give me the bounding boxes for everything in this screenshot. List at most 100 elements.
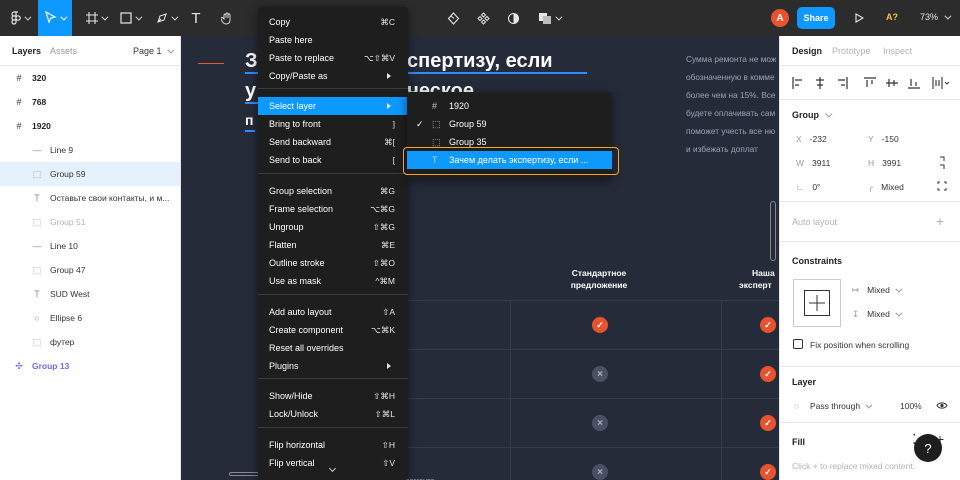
menu-separator <box>258 88 408 89</box>
layer-row[interactable]: ⬚ Group 51 <box>0 210 180 234</box>
menu-item[interactable]: Flip horizontal ⇧H <box>258 436 408 454</box>
layer-row[interactable]: T SUD West <box>0 282 180 306</box>
boolean-ops-button[interactable] <box>532 0 566 36</box>
menu-item[interactable]: Lock/Unlock ⇧⌘L <box>258 405 408 423</box>
tab-inspect[interactable]: Inspect <box>883 46 912 56</box>
submenu-item[interactable]: ✓ ⬚ Group 59 <box>407 115 612 133</box>
menu-item[interactable]: Flatten ⌘E <box>258 236 408 254</box>
paragraph-line: Сумма ремонта не мож <box>686 54 777 64</box>
menu-item[interactable]: Outline stroke ⇧⌘O <box>258 254 408 272</box>
align-top-icon[interactable] <box>864 77 876 89</box>
menu-item[interactable]: Add auto layout ⇧A <box>258 303 408 321</box>
menu-item-label: Flatten <box>269 240 297 250</box>
align-bottom-icon[interactable] <box>908 77 920 89</box>
menu-item[interactable]: Paste to replace ⌥⇧⌘V <box>258 49 408 67</box>
mask-button[interactable] <box>502 0 524 36</box>
move-tool-button[interactable] <box>38 0 72 36</box>
x-field[interactable]: X -232 <box>796 134 827 144</box>
align-right-icon[interactable] <box>836 77 848 89</box>
blend-mode-select[interactable]: Pass through <box>810 401 873 411</box>
present-button[interactable] <box>850 0 868 36</box>
layer-type-icon: # <box>432 101 438 111</box>
distribute-icon[interactable] <box>932 77 950 89</box>
zoom-level[interactable]: 73% <box>920 12 951 22</box>
menu-item[interactable]: Plugins <box>258 357 408 375</box>
context-menu: Copy ⌘C Paste here Paste to replace ⌥⇧⌘V Copy… <box>258 7 408 480</box>
width-field[interactable]: W 3911 <box>796 158 830 168</box>
paragraph-line: обозначенную в комме <box>686 72 775 82</box>
independent-corners-icon[interactable] <box>937 181 947 191</box>
menu-item[interactable]: Copy/Paste as <box>258 67 408 85</box>
layers-panel: Layers Assets Page 1 #320 #768 #1920— Line … <box>0 36 181 480</box>
menu-item[interactable]: Show/Hide ⇧⌘H <box>258 387 408 405</box>
layer-name: Line 9 <box>50 145 74 155</box>
menu-item[interactable]: Send to back [ <box>258 151 408 169</box>
layer-row[interactable]: T Оставьте свои контакты, и м... <box>0 186 180 210</box>
layer-row[interactable]: #1920 <box>0 114 180 138</box>
layer-row[interactable]: #320 <box>0 66 180 90</box>
page-selector[interactable]: Page 1 <box>133 46 175 56</box>
menu-item[interactable]: Ungroup ⇧⌘G <box>258 218 408 236</box>
main-menu-button[interactable] <box>4 0 36 36</box>
layer-row[interactable]: ✣ Group 13 <box>0 354 180 378</box>
submenu-item[interactable]: #1920 <box>407 97 612 115</box>
help-button[interactable]: ? <box>914 434 942 462</box>
align-center-vertical-icon[interactable] <box>886 77 898 89</box>
cross-icon: × <box>592 464 608 480</box>
menu-item[interactable]: Create component ⌥⌘K <box>258 321 408 339</box>
vertical-constraint[interactable]: ↧ Mixed <box>852 309 903 320</box>
tab-assets[interactable]: Assets <box>50 46 77 56</box>
tab-design[interactable]: Design <box>792 46 822 56</box>
menu-item[interactable]: Group selection ⌘G <box>258 182 408 200</box>
align-left-icon[interactable] <box>792 77 804 89</box>
menu-item-label: Group selection <box>269 186 333 196</box>
align-center-horizontal-icon[interactable] <box>814 77 826 89</box>
menu-item[interactable]: Frame selection ⌥⌘G <box>258 200 408 218</box>
menu-item[interactable]: Send backward ⌘[ <box>258 133 408 151</box>
create-component-button[interactable] <box>472 0 494 36</box>
layer-row[interactable]: — Line 9 <box>0 138 180 162</box>
tab-layers[interactable]: Layers <box>12 46 41 56</box>
layer-row[interactable]: ⬚ футер <box>0 330 180 354</box>
constraint-widget[interactable] <box>793 279 841 327</box>
x-label: X <box>796 134 802 144</box>
height-field[interactable]: H 3991 <box>868 158 901 168</box>
chevron-down-icon <box>101 13 109 21</box>
rotation-value: 0° <box>812 182 821 192</box>
menu-item[interactable]: Copy ⌘C <box>258 13 408 31</box>
fix-position-checkbox[interactable] <box>793 339 803 349</box>
corner-radius-field[interactable]: ╭ Mixed <box>868 182 904 193</box>
rotation-field[interactable]: ∟ 0° <box>796 182 820 192</box>
shape-tool-button[interactable] <box>114 0 146 36</box>
user-avatar[interactable]: A <box>771 9 789 27</box>
hand-tool-button[interactable] <box>216 0 238 36</box>
menu-item[interactable]: Paste here <box>258 31 408 49</box>
text-tool-button[interactable]: T <box>186 0 206 36</box>
add-auto-layout-icon[interactable]: + <box>936 213 944 229</box>
submenu-item-label: Group 35 <box>449 137 487 147</box>
frame-icon <box>86 12 98 24</box>
share-button[interactable]: Share <box>797 7 835 29</box>
menu-item[interactable]: Select layer <box>258 97 408 115</box>
frame-tool-button[interactable] <box>80 0 112 36</box>
menu-item[interactable]: Reset all overrides <box>258 339 408 357</box>
component-set-button[interactable] <box>442 0 464 36</box>
layer-row[interactable]: ○ Ellipse 6 <box>0 306 180 330</box>
font-warning-badge[interactable]: A? <box>886 12 898 22</box>
horizontal-constraint[interactable]: ↦ Mixed <box>852 285 903 296</box>
menu-item[interactable]: Use as mask ^⌘M <box>258 272 408 290</box>
layer-row[interactable]: ⬚ Group 47 <box>0 258 180 282</box>
layer-row[interactable]: ⬚ Group 59 <box>0 162 180 186</box>
menu-item[interactable]: Bring to front] <box>258 115 408 133</box>
layer-row[interactable]: — Line 10 <box>0 234 180 258</box>
layer-name: Group 47 <box>50 265 86 275</box>
opacity-field[interactable]: 100% <box>900 401 922 411</box>
layer-type-icon: # <box>16 121 22 131</box>
chevron-down-icon <box>60 13 68 21</box>
constrain-proportions-icon[interactable] <box>938 156 946 170</box>
tab-prototype[interactable]: Prototype <box>832 46 871 56</box>
eye-icon[interactable] <box>936 401 948 410</box>
y-field[interactable]: Y -150 <box>868 134 899 144</box>
layer-row[interactable]: #768 <box>0 90 180 114</box>
pen-tool-button[interactable] <box>150 0 182 36</box>
